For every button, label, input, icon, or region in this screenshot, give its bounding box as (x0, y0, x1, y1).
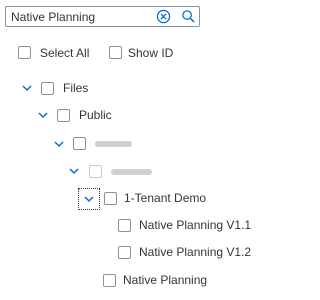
native-planning-checkbox[interactable] (103, 274, 116, 287)
chevron-down-icon[interactable] (21, 82, 33, 94)
select-all-checkbox[interactable] (18, 46, 31, 59)
chevron-down-icon[interactable] (83, 193, 95, 205)
redacted-subfolder-name (111, 169, 152, 175)
show-id-label: Show ID (128, 46, 174, 60)
clear-circle-icon[interactable] (156, 9, 171, 24)
search-input[interactable] (11, 9, 141, 24)
tree-item-native-planning: Native Planning (123, 273, 208, 287)
search-field[interactable] (5, 6, 200, 27)
public-checkbox[interactable] (57, 109, 70, 122)
tree-item-public: Public (79, 108, 112, 122)
chevron-down-icon[interactable] (37, 109, 49, 121)
tenant-demo-checkbox[interactable] (104, 192, 117, 205)
show-id-checkbox[interactable] (109, 46, 122, 59)
files-checkbox[interactable] (41, 82, 54, 95)
tree-item-native-planning-v1-1: Native Planning V1.1 (139, 218, 252, 232)
search-icon[interactable] (181, 9, 196, 24)
chevron-down-icon[interactable] (53, 138, 65, 150)
tree-item-native-planning-v1-2: Native Planning V1.2 (139, 245, 252, 259)
npv12-checkbox[interactable] (118, 246, 131, 259)
redacted-subfolder-checkbox[interactable] (89, 165, 102, 178)
redacted-folder-name (95, 141, 132, 147)
select-all-label: Select All (40, 46, 90, 60)
chevron-down-icon[interactable] (68, 165, 80, 177)
tree-item-files: Files (63, 81, 89, 95)
tree-item-tenant-demo: 1-Tenant Demo (124, 191, 207, 205)
npv11-checkbox[interactable] (118, 219, 131, 232)
redacted-folder-checkbox[interactable] (73, 137, 86, 150)
